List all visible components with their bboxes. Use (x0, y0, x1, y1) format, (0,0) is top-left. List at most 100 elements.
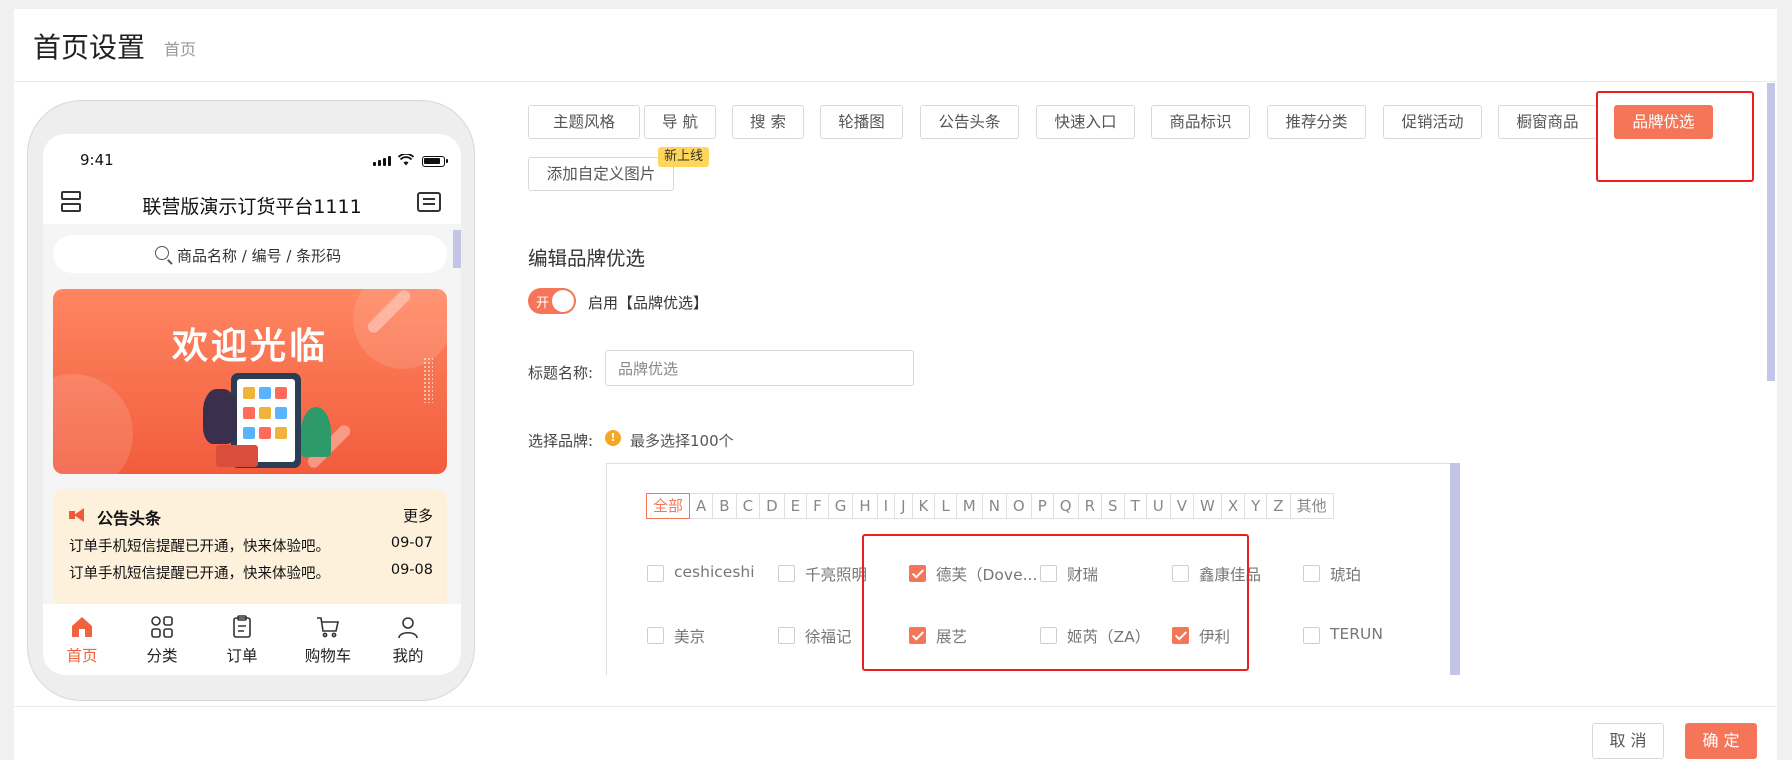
letter-filter-l[interactable]: L (934, 493, 957, 519)
letter-filter-z[interactable]: Z (1266, 493, 1291, 519)
toggle-knob (552, 290, 574, 312)
status-bar: 9:41 (43, 134, 461, 184)
module-search[interactable]: 搜 索 (732, 105, 804, 139)
module-nav[interactable]: 导 航 (644, 105, 716, 139)
brand-name: TERUN (1330, 625, 1383, 643)
letter-filter-d[interactable]: D (759, 493, 785, 519)
letter-filter-n[interactable]: N (981, 493, 1007, 519)
brand-name: 千亮照明 (805, 566, 868, 584)
checkbox[interactable] (1303, 565, 1320, 582)
megaphone-icon (69, 508, 87, 522)
tab-cart[interactable]: 购物车 (293, 604, 363, 665)
letter-filter-x[interactable]: X (1220, 493, 1246, 519)
letter-filter-k[interactable]: K (911, 493, 936, 519)
letter-filter-b[interactable]: B (712, 493, 737, 519)
notice-text: 订单手机短信提醒已开通，快来体验吧。 (69, 539, 330, 555)
brand-name: 美京 (674, 628, 706, 646)
enable-toggle[interactable]: 开 (528, 288, 576, 314)
checkbox[interactable] (1303, 627, 1320, 644)
phone-search-bar[interactable]: 商品名称 / 编号 / 条形码 (53, 235, 447, 273)
module-theme[interactable]: 主题风格 (528, 105, 640, 139)
letter-filter-u[interactable]: U (1145, 493, 1171, 519)
letter-filter-p[interactable]: P (1030, 493, 1054, 519)
toggle-on-text: 开 (536, 296, 550, 311)
module-promotions[interactable]: 促销活动 (1383, 105, 1482, 139)
letter-filter-o[interactable]: O (1005, 493, 1032, 519)
tab-category-label: 分类 (146, 647, 178, 665)
letter-filter-s[interactable]: S (1101, 493, 1125, 519)
highlight-box-tab (1596, 91, 1754, 182)
tab-home-label: 首页 (66, 647, 98, 665)
letter-filter-w[interactable]: W (1192, 493, 1222, 519)
letter-filter-all[interactable]: 全部 (646, 493, 691, 519)
module-carousel[interactable]: 轮播图 (820, 105, 903, 139)
tab-category[interactable]: 分类 (127, 604, 197, 665)
tab-orders[interactable]: 订单 (207, 604, 277, 665)
tab-home[interactable]: 首页 (47, 604, 117, 665)
warning-icon: ! (605, 430, 621, 446)
letter-filter-a[interactable]: A (689, 493, 714, 519)
phone-preview: 9:41 联营版演示订货平台1111 商品名称 / 编号 / 条形码 欢迎光临 … (27, 100, 475, 701)
toggle-label: 启用【品牌优选】 (588, 294, 709, 312)
carousel-banner[interactable]: 欢迎光临 (53, 289, 447, 474)
letter-filter-y[interactable]: Y (1244, 493, 1268, 519)
letter-filter-h[interactable]: H (852, 493, 878, 519)
module-recommended-categories[interactable]: 推荐分类 (1267, 105, 1366, 139)
letter-filter-v[interactable]: V (1169, 493, 1194, 519)
select-brand-label: 选择品牌: (528, 432, 594, 450)
letter-filter-j[interactable]: J (894, 493, 913, 519)
basket-illustration (216, 445, 258, 467)
checkbox[interactable] (647, 565, 664, 582)
search-icon (155, 246, 169, 260)
signal-icon (373, 156, 391, 166)
letter-filter-i[interactable]: I (876, 493, 896, 519)
letter-filter-r[interactable]: R (1077, 493, 1103, 519)
page-header: 首页设置 首页 (14, 9, 1777, 82)
letter-filter-c[interactable]: C (735, 493, 761, 519)
app-title: 联营版演示订货平台1111 (142, 196, 362, 218)
notice-title: 公告头条 (97, 509, 162, 528)
letter-filter-g[interactable]: G (827, 493, 854, 519)
checkbox[interactable] (778, 565, 795, 582)
letter-filter-m[interactable]: M (955, 493, 983, 519)
module-quick-entry[interactable]: 快速入口 (1036, 105, 1135, 139)
category-icon (150, 615, 174, 639)
checkbox[interactable] (778, 627, 795, 644)
notice-item[interactable]: 订单手机短信提醒已开通，快来体验吧。 09-08 (69, 562, 433, 583)
tab-profile-label: 我的 (392, 647, 424, 665)
letter-filter-f[interactable]: F (806, 493, 829, 519)
notice-item[interactable]: 订单手机短信提醒已开通，快来体验吧。 09-07 (69, 535, 433, 556)
cancel-button[interactable]: 取 消 (1592, 723, 1664, 759)
phone-screen: 9:41 联营版演示订货平台1111 商品名称 / 编号 / 条形码 欢迎光临 … (43, 134, 461, 675)
title-name-input[interactable] (605, 350, 914, 386)
checkbox[interactable] (647, 627, 664, 644)
status-time: 9:41 (80, 151, 114, 169)
home-icon (70, 615, 94, 639)
letter-filter-q[interactable]: Q (1052, 493, 1079, 519)
wifi-icon (397, 153, 415, 169)
tab-profile[interactable]: 我的 (373, 604, 443, 665)
confirm-button[interactable]: 确 定 (1685, 723, 1757, 759)
module-notice[interactable]: 公告头条 (920, 105, 1019, 139)
notice-more-link[interactable]: 更多 (403, 505, 433, 526)
brand-list-scrollbar[interactable] (1450, 463, 1460, 675)
phone-tabbar: 首页 分类 订单 购物车 我的 (43, 604, 461, 675)
brand-name: ceshiceshi (674, 563, 755, 581)
section-title: 编辑品牌优选 (528, 247, 646, 270)
phone-scrollbar[interactable] (453, 230, 461, 268)
tab-cart-label: 购物车 (304, 647, 352, 665)
tab-orders-label: 订单 (226, 647, 258, 665)
message-icon[interactable] (417, 192, 441, 212)
cart-icon (316, 615, 340, 639)
shopper-illustration (203, 389, 237, 444)
brand-name: 琥珀 (1330, 566, 1362, 584)
footer-bar (14, 706, 1777, 760)
module-product-tags[interactable]: 商品标识 (1151, 105, 1250, 139)
module-custom-image[interactable]: 添加自定义图片 (528, 157, 674, 191)
editor-scrollbar[interactable] (1767, 83, 1775, 381)
letter-filter-e[interactable]: E (783, 493, 808, 519)
module-showcase[interactable]: 橱窗商品 (1498, 105, 1597, 139)
breadcrumb[interactable]: 首页 (164, 36, 196, 60)
letter-filter-other[interactable]: 其他 (1289, 493, 1334, 519)
letter-filter-t[interactable]: T (1123, 493, 1147, 519)
